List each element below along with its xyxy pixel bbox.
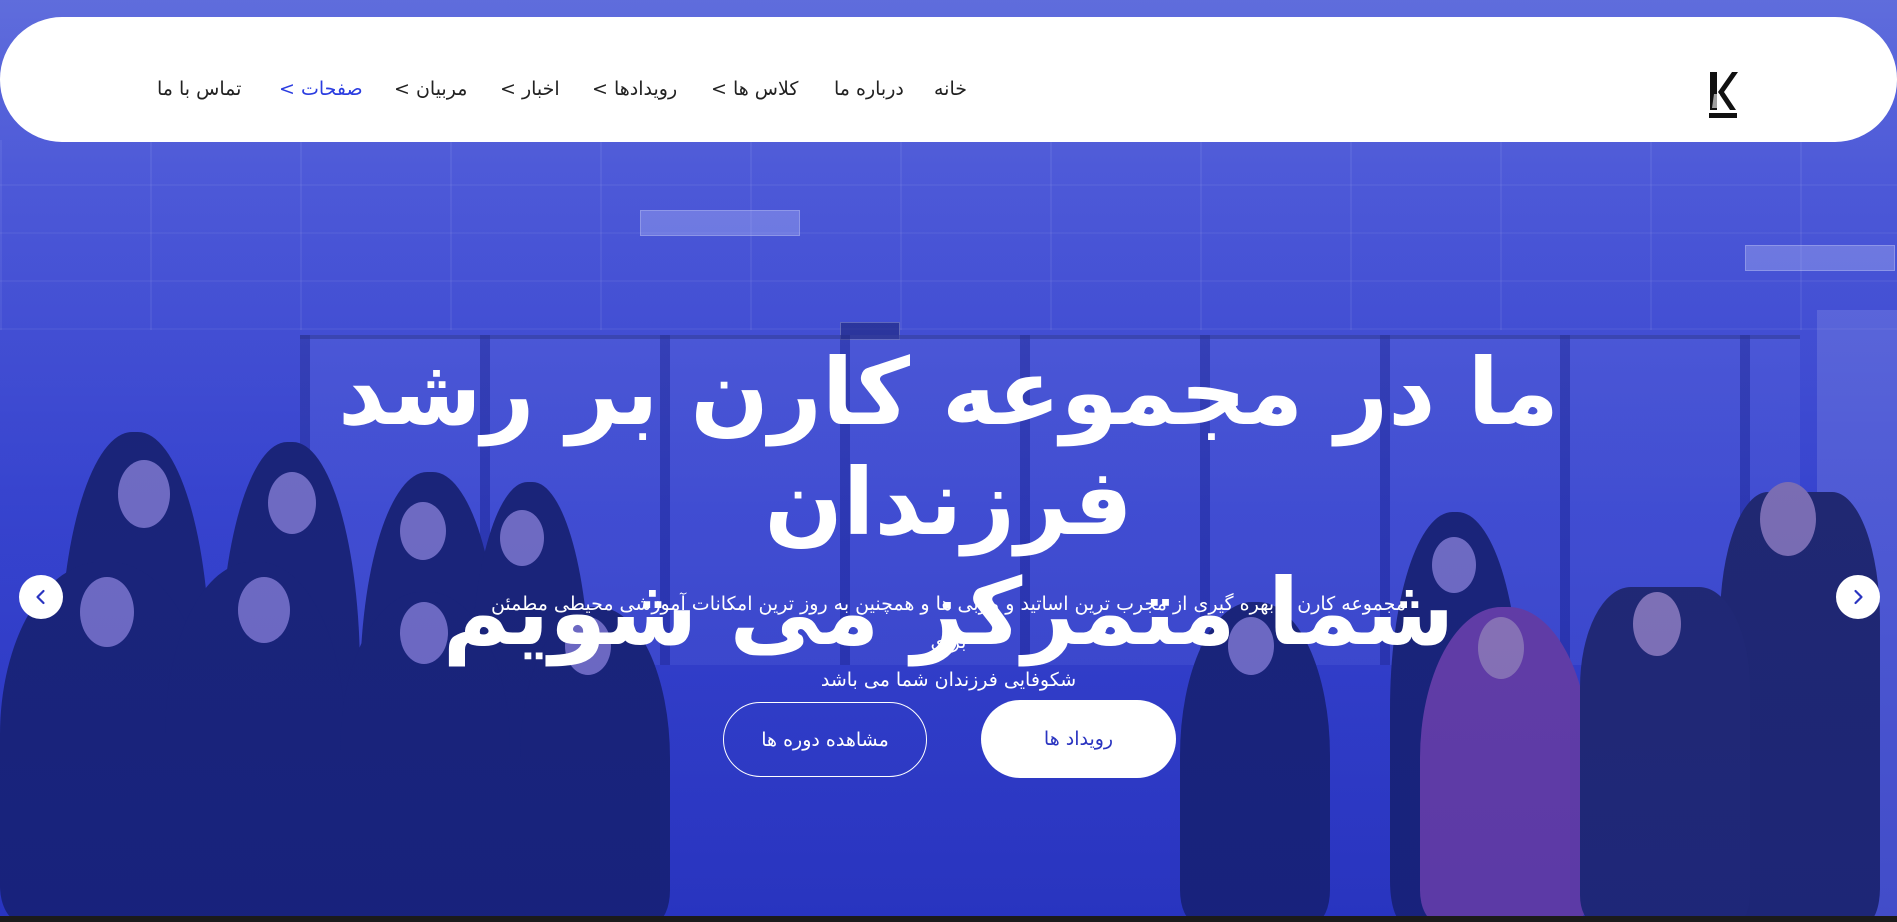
hero-subtitle: مجموعه کارن با بهره گیری از مجرب ترین اس…	[480, 585, 1417, 699]
view-courses-button[interactable]: مشاهده دوره ها	[723, 702, 927, 777]
events-button[interactable]: رویداد ها	[981, 700, 1176, 778]
bottom-divider	[0, 916, 1897, 922]
karen-logo[interactable]	[1706, 70, 1740, 122]
chevron-left-icon	[36, 589, 45, 605]
chevron-right-icon	[1854, 589, 1863, 605]
nav-item-news[interactable]: اخبار >	[500, 77, 560, 101]
nav-item-home[interactable]: خانه	[934, 77, 967, 101]
site-header: خانه درباره ما کلاس ها > رویدادها > اخبا…	[0, 17, 1897, 142]
hero-subtitle-line1: مجموعه کارن با بهره گیری از مجرب ترین اس…	[490, 593, 1407, 653]
slider-prev-button[interactable]	[19, 575, 63, 619]
hero-headline-line1: ما در مجموعه کارن بر رشد فرزندان	[338, 339, 1559, 556]
nav-item-about[interactable]: درباره ما	[834, 77, 904, 101]
slider-next-button[interactable]	[1836, 575, 1880, 619]
hero-subtitle-line2: شکوفایی فرزندان شما می باشد	[820, 669, 1077, 691]
nav-item-classes[interactable]: کلاس ها >	[711, 77, 798, 101]
nav-item-contact[interactable]: تماس با ما	[157, 77, 241, 101]
nav-item-events[interactable]: رویدادها >	[592, 77, 677, 101]
nav-item-trainers[interactable]: مربیان >	[394, 77, 467, 101]
nav-item-pages[interactable]: صفحات >	[279, 77, 363, 101]
